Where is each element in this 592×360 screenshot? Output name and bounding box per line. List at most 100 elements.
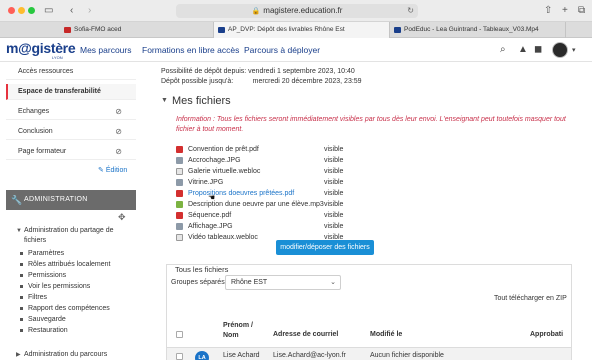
browser-toolbar: ▭ ‹ › 🔒 magistere.education.fr ↻ ⇧ + ⧉ [0,0,592,22]
site-logo[interactable]: m@gistère [6,40,76,56]
select-all-checkbox[interactable] [176,331,183,338]
eye-slash-icon: ⊘ [115,127,122,136]
admin-item-voir-permissions[interactable]: Voir les permissions [20,281,90,292]
share-icon[interactable]: ⇧ [544,4,552,18]
admin-item-permissions[interactable]: Permissions [20,270,66,281]
admin-item-restauration[interactable]: Restauration [20,325,68,336]
move-icon[interactable]: ✥ [118,212,126,223]
sidebar-item-label: Echanges [18,108,50,115]
file-visibility: visible [324,146,344,153]
download-all-zip-link[interactable]: Tout télécharger en ZIP [494,295,567,302]
tab-overview-icon[interactable]: ⧉ [578,4,585,18]
sidebar-item-label: Page formateur [18,148,67,155]
edit-link[interactable]: ✎ Édition [98,166,127,174]
sidebar-item-espace-transferabilite[interactable]: Espace de transferabilité [6,84,136,100]
admin-item-rapport-competences[interactable]: Rapport des compétences [20,303,110,314]
pdf-icon [176,146,183,153]
file-name[interactable]: Convention de prêt.pdf [188,144,259,155]
file-visibility: visible [324,157,344,164]
site-header: m@gistère LYON Mes parcours Formations e… [0,38,592,62]
new-tab-icon[interactable]: + [562,4,568,18]
nav-parcours-a-deployer[interactable]: Parcours à déployer [244,45,320,55]
user-initials-avatar: LA [195,351,209,360]
search-icon[interactable]: ⌕ [500,44,506,55]
admin-item-roles[interactable]: Rôles attribués localement [20,259,111,270]
my-files-heading[interactable]: ▼ Mes fichiers [161,95,231,107]
row-modified: Aucun fichier disponible [370,352,444,359]
file-name[interactable]: Propositions doeuvres prêtées.pdf [188,188,294,199]
row-user-name[interactable]: Lise Achard [223,352,260,359]
sidebar-toggle-icon[interactable]: ▭ [44,4,53,18]
forward-icon[interactable]: › [88,4,91,18]
admin-title: ADMINISTRATION [24,196,88,203]
sidebar-item-echanges[interactable]: Echanges ⊘ [6,104,136,120]
file-row: Galerie virtuelle.webloc visible [176,166,476,177]
fullscreen-window-button[interactable] [28,7,35,14]
admin-item-filtres[interactable]: Filtres [20,292,47,303]
column-header-email[interactable]: Adresse de courriel [273,331,338,338]
admin-tree-parcours[interactable]: ▶ Administration du parcours [16,350,136,360]
tab-favicon [218,27,225,33]
column-header-approval[interactable]: Approbati [530,331,563,338]
upload-files-button[interactable]: modifier/déposer des fichiers [276,240,374,255]
file-visibility: visible [324,168,344,175]
nav-mes-parcours[interactable]: Mes parcours [80,45,132,55]
file-row: Séquence.pdf visible [176,210,476,221]
reload-icon[interactable]: ↻ [407,4,414,18]
chevron-down-icon: ⌄ [330,279,336,286]
tab-sofia[interactable]: Sofia-FMO aced [60,22,214,38]
sidebar-item-acces-ressources[interactable]: Accès ressources [6,64,136,80]
chat-icon[interactable]: ◼ [534,44,542,55]
nav-formations-libre-acces[interactable]: Formations en libre accès [142,45,239,55]
sidebar-item-page-formateur[interactable]: Page formateur ⊘ [6,144,136,160]
file-visibility: visible [324,179,344,186]
group-select[interactable]: Rhône EST ⌄ [225,275,341,290]
group-label: Groupes séparés [171,279,225,286]
caret-down-icon: ▼ [16,228,22,234]
tab-podeduc[interactable]: PodEduc - Lea Guintrand - Tableaux_V03.M… [390,22,566,38]
file-name[interactable]: Accrochage.JPG [188,155,241,166]
sidebar-item-conclusion[interactable]: Conclusion ⊘ [6,124,136,140]
file-icon [176,234,183,241]
file-name[interactable]: Vidéo tableaux.webloc [188,232,258,243]
admin-item-sauvegarde[interactable]: Sauvegarde [20,314,66,325]
back-icon[interactable]: ‹ [70,4,73,18]
tab-label: AP_DVP: Dépôt des livrables Rhône Est [228,26,345,33]
audio-icon [176,201,183,208]
close-window-button[interactable] [8,7,15,14]
group-select-value: Rhône EST [231,279,268,286]
file-name[interactable]: Vitrine.JPG [188,177,223,188]
address-bar[interactable]: 🔒 magistere.education.fr ↻ [176,4,418,18]
row-checkbox[interactable] [176,353,183,360]
file-name[interactable]: Séquence.pdf [188,210,231,221]
my-files-title: Mes fichiers [172,95,231,107]
sidebar-item-label: Espace de transferabilité [18,88,101,95]
info-notice: Information : Tous les fichiers seront i… [176,116,566,133]
image-icon [176,223,183,230]
admin-item-parametres[interactable]: Paramètres [20,248,64,259]
admin-tree-title-label: Administration du partage de fichiers [24,227,114,244]
logo-text: m@gistère [6,40,76,56]
minimize-window-button[interactable] [18,7,25,14]
file-name[interactable]: Galerie virtuelle.webloc [188,166,260,177]
file-visibility: visible [324,201,344,208]
bell-icon[interactable]: ▲ [518,44,528,55]
file-row: Description dune oeuvre par une élève.mp… [176,199,476,210]
sidebar-item-label: Accès ressources [18,68,74,75]
image-icon [176,157,183,164]
file-visibility: visible [324,190,344,197]
mouse-pointer-icon: ☚ [208,193,216,202]
admin-tree-title[interactable]: ▼ Administration du partage de fichiers [16,226,136,246]
file-icon [176,168,183,175]
row-user-email[interactable]: Lise.Achard@ac-lyon.fr [273,352,346,359]
column-header-modified[interactable]: Modifié le [370,331,402,338]
chevron-down-icon[interactable]: ▾ [572,46,576,54]
column-header-name[interactable]: Prénom / Nom [223,321,263,341]
file-visibility: visible [324,223,344,230]
user-avatar[interactable] [552,42,568,58]
file-name[interactable]: Affichage.JPG [188,221,233,232]
address-url: magistere.education.fr [263,6,343,15]
pdf-icon [176,212,183,219]
tab-ap-dvp[interactable]: AP_DVP: Dépôt des livrables Rhône Est [214,22,390,38]
eye-slash-icon: ⊘ [115,147,122,156]
